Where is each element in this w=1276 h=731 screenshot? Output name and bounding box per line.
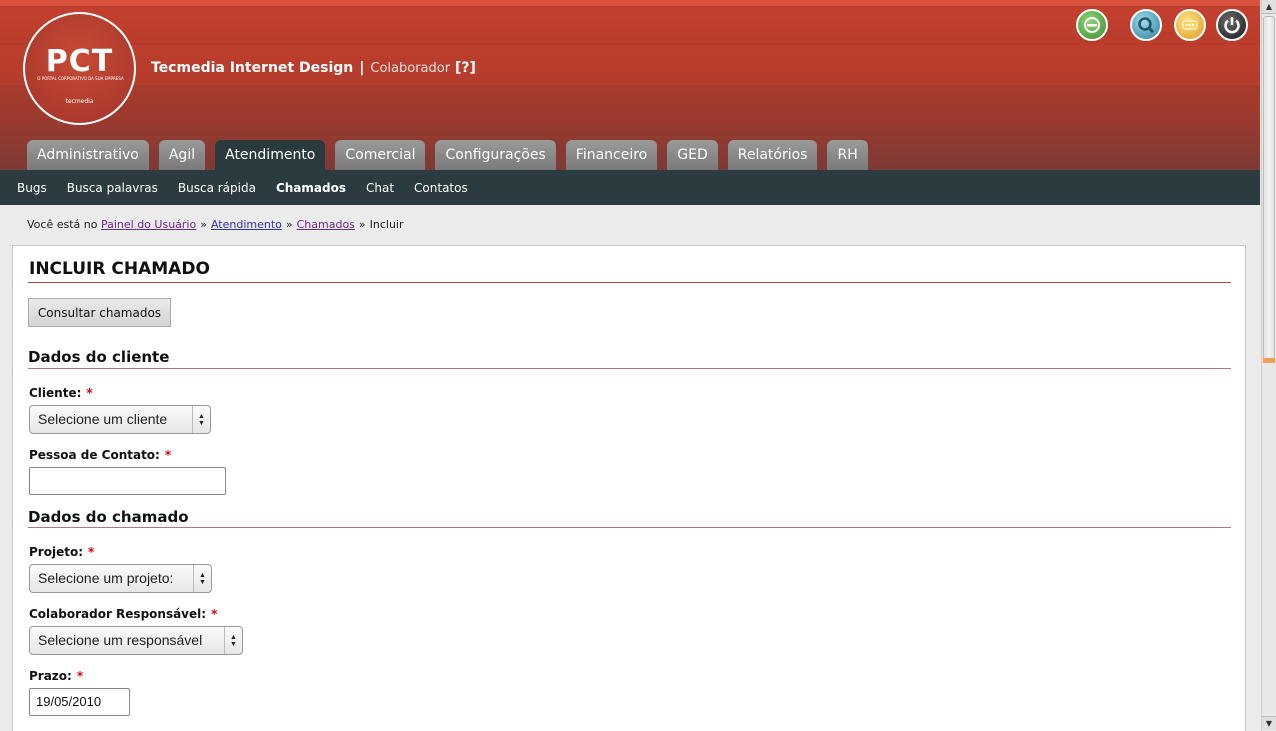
responsavel-label-text: Colaborador Responsável: <box>29 607 207 621</box>
header: PCT O PORTAL CORPORATIVO DA SUA EMPRESA … <box>0 0 1260 170</box>
subnav-bugs[interactable]: Bugs <box>17 181 47 195</box>
contato-label: Pessoa de Contato: * <box>29 448 171 462</box>
green-status-icon[interactable] <box>1076 9 1108 41</box>
prazo-label: Prazo: * <box>29 669 83 683</box>
projeto-select-value: Selecione um projeto: <box>38 570 174 586</box>
section-divider <box>28 527 1231 528</box>
cliente-select[interactable]: Selecione um cliente ▲ ▼ <box>29 405 211 434</box>
page-title: INCLUIR CHAMADO <box>29 259 210 279</box>
help-link[interactable]: [?] <box>455 60 476 76</box>
tab-atendimento[interactable]: Atendimento <box>215 140 326 170</box>
subnav-busca-rapida[interactable]: Busca rápida <box>178 181 256 195</box>
pessoa-contato-input[interactable] <box>29 467 226 495</box>
select-arrows-icon: ▲ ▼ <box>192 406 210 433</box>
responsavel-label: Colaborador Responsável: * <box>29 607 217 621</box>
rating-icon[interactable] <box>1174 9 1206 41</box>
responsavel-select-value: Selecione um responsável <box>38 632 203 648</box>
section-divider <box>28 368 1231 369</box>
tab-configuracoes[interactable]: Configurações <box>435 140 556 170</box>
scroll-marker <box>1263 358 1275 363</box>
breadcrumb-separator: » <box>200 218 207 231</box>
breadcrumb-separator: » <box>358 218 366 231</box>
breadcrumb-atendimento[interactable]: Atendimento <box>211 218 282 231</box>
subnav-chamados[interactable]: Chamados <box>276 181 346 195</box>
select-arrows-icon: ▲ ▼ <box>224 627 242 654</box>
tab-agil[interactable]: Agil <box>158 140 206 170</box>
subnav-contatos[interactable]: Contatos <box>414 181 468 195</box>
logo-text: PCT <box>45 44 114 79</box>
prazo-label-text: Prazo: <box>29 669 72 683</box>
projeto-select[interactable]: Selecione um projeto: ▲ ▼ <box>29 564 212 593</box>
sub-navigation: Bugs Busca palavras Busca rápida Chamado… <box>0 170 1260 205</box>
cliente-label-text: Cliente: <box>29 386 82 400</box>
tab-comercial[interactable]: Comercial <box>335 140 426 170</box>
responsavel-select[interactable]: Selecione um responsável ▲ ▼ <box>29 626 243 655</box>
required-mark: * <box>76 669 84 683</box>
prazo-input[interactable]: 19/05/2010 <box>29 688 130 716</box>
breadcrumb-chamados[interactable]: Chamados <box>297 218 355 231</box>
consultar-chamados-button[interactable]: Consultar chamados <box>28 298 171 327</box>
subnav-busca-palavras[interactable]: Busca palavras <box>67 181 158 195</box>
user-role: Colaborador <box>370 61 451 76</box>
breadcrumb-prefix: Você está no <box>27 218 98 231</box>
projeto-label: Projeto: * <box>29 545 94 559</box>
logo-brand: tecmedia <box>65 98 94 105</box>
main-tabs: Administrativo Agil Atendimento Comercia… <box>27 140 868 170</box>
title-divider <box>28 282 1231 283</box>
tab-administrativo[interactable]: Administrativo <box>27 140 149 170</box>
cliente-label: Cliente: * <box>29 386 93 400</box>
required-mark: * <box>88 545 95 559</box>
logo-subtitle: O PORTAL CORPORATIVO DA SUA EMPRESA <box>37 76 124 81</box>
section-title-client: Dados do cliente <box>28 348 170 366</box>
select-arrows-icon: ▲ ▼ <box>193 565 211 592</box>
breadcrumb-painel[interactable]: Painel do Usuário <box>101 218 196 231</box>
required-mark: * <box>86 386 93 400</box>
main-panel: INCLUIR CHAMADO Consultar chamados Dados… <box>12 245 1246 731</box>
tab-ged[interactable]: GED <box>667 140 718 170</box>
required-mark: * <box>164 448 172 462</box>
tab-rh[interactable]: RH <box>827 140 868 170</box>
vertical-scrollbar[interactable]: ▲ ▼ <box>1261 0 1276 731</box>
breadcrumb: Você está no Painel do Usuário» Atendimen… <box>27 218 404 231</box>
subnav-chat[interactable]: Chat <box>366 181 394 195</box>
cliente-select-value: Selecione um cliente <box>38 411 168 427</box>
required-mark: * <box>211 607 218 621</box>
power-icon[interactable] <box>1216 9 1248 41</box>
separator: | <box>359 60 365 76</box>
scroll-thumb[interactable] <box>1263 16 1275 361</box>
pct-logo[interactable]: PCT O PORTAL CORPORATIVO DA SUA EMPRESA … <box>23 12 136 125</box>
company-info: Tecmedia Internet Design | Colaborador [?] <box>151 60 476 76</box>
contato-label-text: Pessoa de Contato: <box>29 448 160 462</box>
search-user-icon[interactable] <box>1130 9 1162 41</box>
breadcrumb-separator: » <box>285 218 293 231</box>
company-name: Tecmedia Internet Design <box>151 60 354 76</box>
tab-financeiro[interactable]: Financeiro <box>565 140 658 170</box>
scroll-up-icon[interactable]: ▲ <box>1262 0 1276 14</box>
projeto-label-text: Projeto: <box>29 545 83 559</box>
breadcrumb-current: Incluir <box>369 218 404 231</box>
tab-relatorios[interactable]: Relatórios <box>727 140 818 170</box>
section-title-call: Dados do chamado <box>28 508 189 526</box>
header-band <box>0 0 1260 6</box>
scroll-down-icon[interactable]: ▼ <box>1262 716 1276 730</box>
